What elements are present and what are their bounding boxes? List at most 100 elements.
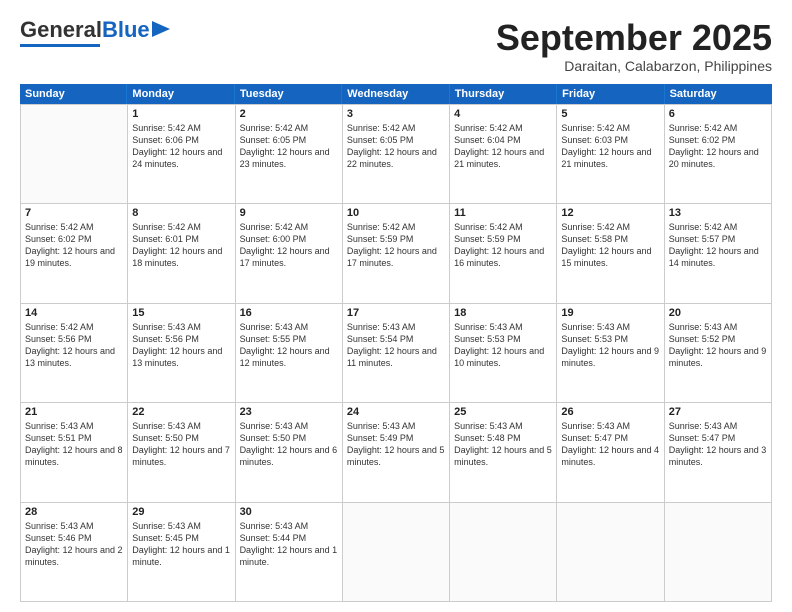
cal-row-2: 14 Sunrise: 5:42 AM Sunset: 5:56 PM Dayli… — [21, 304, 772, 403]
cell-info: Sunrise: 5:43 AM Sunset: 5:53 PM Dayligh… — [561, 321, 659, 370]
cell-info: Sunrise: 5:42 AM Sunset: 6:01 PM Dayligh… — [132, 221, 230, 270]
cell-info: Sunrise: 5:43 AM Sunset: 5:56 PM Dayligh… — [132, 321, 230, 370]
logo-text: GeneralBlue — [20, 18, 150, 42]
cell-info: Sunrise: 5:43 AM Sunset: 5:49 PM Dayligh… — [347, 420, 445, 469]
cell-info: Sunrise: 5:43 AM Sunset: 5:44 PM Dayligh… — [240, 520, 338, 569]
day-number: 15 — [132, 307, 230, 319]
day-number: 7 — [25, 207, 123, 219]
calendar-header: Sunday Monday Tuesday Wednesday Thursday… — [20, 84, 772, 104]
location: Daraitan, Calabarzon, Philippines — [496, 58, 772, 74]
cal-cell-2-2: 16Sunrise: 5:43 AM Sunset: 5:55 PM Dayli… — [236, 304, 343, 403]
cal-cell-1-0: 7 Sunrise: 5:42 AM Sunset: 6:02 PM Daylig… — [21, 204, 128, 303]
cal-cell-0-0 — [21, 105, 128, 204]
weekday-thursday: Thursday — [450, 84, 557, 104]
day-number: 28 — [25, 506, 123, 518]
logo: GeneralBlue — [20, 18, 170, 47]
month-title: September 2025 — [496, 18, 772, 58]
cell-info: Sunrise: 5:43 AM Sunset: 5:48 PM Dayligh… — [454, 420, 552, 469]
cal-cell-1-5: 12Sunrise: 5:42 AM Sunset: 5:58 PM Dayli… — [557, 204, 664, 303]
cal-cell-3-1: 22 Sunrise: 5:43 AM Sunset: 5:50 PM Dayli… — [128, 403, 235, 502]
day-number: 17 — [347, 307, 445, 319]
cell-info: Sunrise: 5:42 AM Sunset: 5:56 PM Dayligh… — [25, 321, 123, 370]
cal-cell-3-2: 23 Sunrise: 5:43 AM Sunset: 5:50 PM Dayli… — [236, 403, 343, 502]
day-number: 18 — [454, 307, 552, 319]
cell-info: Sunrise: 5:42 AM Sunset: 6:02 PM Dayligh… — [669, 122, 767, 171]
cell-info: Sunrise: 5:43 AM Sunset: 5:53 PM Dayligh… — [454, 321, 552, 370]
cal-cell-4-6 — [665, 503, 772, 602]
cell-info: Sunrise: 5:42 AM Sunset: 6:04 PM Dayligh… — [454, 122, 552, 171]
cal-cell-3-4: 25 Sunrise: 5:43 AM Sunset: 5:48 PM Dayli… — [450, 403, 557, 502]
calendar-body: 1Sunrise: 5:42 AM Sunset: 6:06 PM Daylig… — [20, 104, 772, 602]
day-number: 11 — [454, 207, 552, 219]
cell-info: Sunrise: 5:42 AM Sunset: 6:05 PM Dayligh… — [347, 122, 445, 171]
cell-info: Sunrise: 5:43 AM Sunset: 5:50 PM Dayligh… — [132, 420, 230, 469]
cal-cell-3-5: 26 Sunrise: 5:43 AM Sunset: 5:47 PM Dayli… — [557, 403, 664, 502]
page: GeneralBlue September 2025 Daraitan, Cal… — [0, 0, 792, 612]
weekday-monday: Monday — [127, 84, 234, 104]
cell-info: Sunrise: 5:43 AM Sunset: 5:45 PM Dayligh… — [132, 520, 230, 569]
cal-cell-4-1: 29Sunrise: 5:43 AM Sunset: 5:45 PM Dayli… — [128, 503, 235, 602]
cal-cell-3-0: 21 Sunrise: 5:43 AM Sunset: 5:51 PM Dayli… — [21, 403, 128, 502]
cal-cell-0-4: 4 Sunrise: 5:42 AM Sunset: 6:04 PM Daylig… — [450, 105, 557, 204]
day-number: 14 — [25, 307, 123, 319]
weekday-saturday: Saturday — [665, 84, 772, 104]
cell-info: Sunrise: 5:43 AM Sunset: 5:52 PM Dayligh… — [669, 321, 767, 370]
calendar: Sunday Monday Tuesday Wednesday Thursday… — [20, 84, 772, 602]
cal-row-1: 7 Sunrise: 5:42 AM Sunset: 6:02 PM Daylig… — [21, 204, 772, 303]
logo-general: General — [20, 17, 102, 42]
cal-cell-1-6: 13Sunrise: 5:42 AM Sunset: 5:57 PM Dayli… — [665, 204, 772, 303]
cell-info: Sunrise: 5:42 AM Sunset: 5:59 PM Dayligh… — [454, 221, 552, 270]
day-number: 1 — [132, 108, 230, 120]
cal-cell-4-0: 28 Sunrise: 5:43 AM Sunset: 5:46 PM Dayli… — [21, 503, 128, 602]
logo-icon — [152, 19, 170, 39]
day-number: 16 — [240, 307, 338, 319]
cal-cell-1-2: 9 Sunrise: 5:42 AM Sunset: 6:00 PM Daylig… — [236, 204, 343, 303]
cell-info: Sunrise: 5:42 AM Sunset: 6:05 PM Dayligh… — [240, 122, 338, 171]
cell-info: Sunrise: 5:43 AM Sunset: 5:51 PM Dayligh… — [25, 420, 123, 469]
cell-info: Sunrise: 5:42 AM Sunset: 5:57 PM Dayligh… — [669, 221, 767, 270]
cal-cell-0-6: 6 Sunrise: 5:42 AM Sunset: 6:02 PM Daylig… — [665, 105, 772, 204]
day-number: 9 — [240, 207, 338, 219]
day-number: 6 — [669, 108, 767, 120]
weekday-tuesday: Tuesday — [235, 84, 342, 104]
day-number: 10 — [347, 207, 445, 219]
cal-row-4: 28 Sunrise: 5:43 AM Sunset: 5:46 PM Dayli… — [21, 503, 772, 602]
weekday-sunday: Sunday — [20, 84, 127, 104]
cal-row-3: 21 Sunrise: 5:43 AM Sunset: 5:51 PM Dayli… — [21, 403, 772, 502]
day-number: 2 — [240, 108, 338, 120]
day-number: 12 — [561, 207, 659, 219]
header: GeneralBlue September 2025 Daraitan, Cal… — [20, 18, 772, 74]
cell-info: Sunrise: 5:43 AM Sunset: 5:46 PM Dayligh… — [25, 520, 123, 569]
cell-info: Sunrise: 5:43 AM Sunset: 5:50 PM Dayligh… — [240, 420, 338, 469]
day-number: 19 — [561, 307, 659, 319]
cell-info: Sunrise: 5:43 AM Sunset: 5:47 PM Dayligh… — [669, 420, 767, 469]
cell-info: Sunrise: 5:42 AM Sunset: 6:00 PM Dayligh… — [240, 221, 338, 270]
day-number: 22 — [132, 406, 230, 418]
cal-cell-2-0: 14 Sunrise: 5:42 AM Sunset: 5:56 PM Dayli… — [21, 304, 128, 403]
day-number: 24 — [347, 406, 445, 418]
cal-cell-2-3: 17Sunrise: 5:43 AM Sunset: 5:54 PM Dayli… — [343, 304, 450, 403]
cal-cell-4-5 — [557, 503, 664, 602]
cal-cell-0-3: 3 Sunrise: 5:42 AM Sunset: 6:05 PM Daylig… — [343, 105, 450, 204]
day-number: 5 — [561, 108, 659, 120]
cal-cell-3-6: 27 Sunrise: 5:43 AM Sunset: 5:47 PM Dayli… — [665, 403, 772, 502]
day-number: 27 — [669, 406, 767, 418]
day-number: 23 — [240, 406, 338, 418]
cell-info: Sunrise: 5:42 AM Sunset: 6:02 PM Dayligh… — [25, 221, 123, 270]
day-number: 25 — [454, 406, 552, 418]
day-number: 8 — [132, 207, 230, 219]
cal-cell-0-2: 2 Sunrise: 5:42 AM Sunset: 6:05 PM Daylig… — [236, 105, 343, 204]
cal-cell-4-4 — [450, 503, 557, 602]
cell-info: Sunrise: 5:42 AM Sunset: 5:59 PM Dayligh… — [347, 221, 445, 270]
cell-info: Sunrise: 5:42 AM Sunset: 6:03 PM Dayligh… — [561, 122, 659, 171]
cal-cell-4-2: 30Sunrise: 5:43 AM Sunset: 5:44 PM Dayli… — [236, 503, 343, 602]
day-number: 4 — [454, 108, 552, 120]
day-number: 21 — [25, 406, 123, 418]
cal-cell-4-3 — [343, 503, 450, 602]
day-number: 3 — [347, 108, 445, 120]
cell-info: Sunrise: 5:43 AM Sunset: 5:47 PM Dayligh… — [561, 420, 659, 469]
day-number: 26 — [561, 406, 659, 418]
weekday-wednesday: Wednesday — [342, 84, 449, 104]
weekday-friday: Friday — [557, 84, 664, 104]
logo-blue: Blue — [102, 17, 150, 42]
